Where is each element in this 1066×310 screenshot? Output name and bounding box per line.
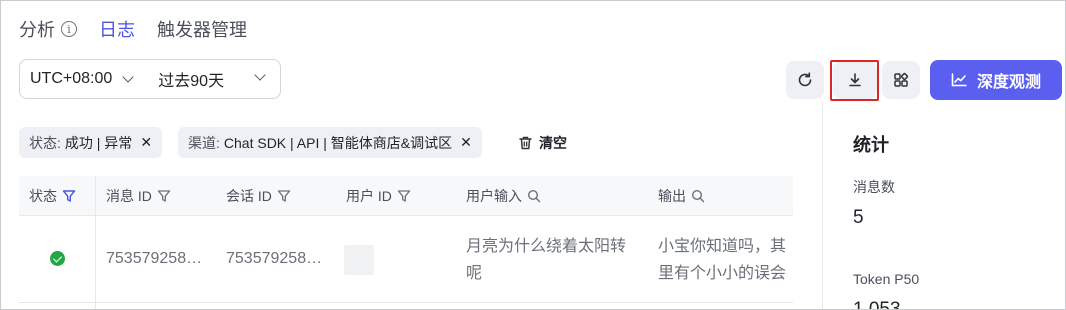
layout-button[interactable] <box>882 61 920 99</box>
search-icon[interactable] <box>527 189 541 203</box>
column-output[interactable]: 输出 <box>658 176 705 216</box>
chip-value: 成功 | 异常 <box>64 134 133 151</box>
tab-logs-label: 日志 <box>99 20 135 40</box>
grid-icon <box>894 72 909 87</box>
filter-icon[interactable] <box>277 189 291 203</box>
success-status-icon <box>50 251 65 266</box>
session-id-cell[interactable]: 753579258… <box>226 250 322 268</box>
output-line: 里有个小小的误会 <box>658 265 787 282</box>
info-icon[interactable]: i <box>61 21 77 37</box>
deep-observe-button[interactable]: 深度观测 <box>930 60 1062 100</box>
close-icon[interactable]: ✕ <box>140 134 152 151</box>
user-input-line: 月亮为什么绕着太阳转 <box>466 238 627 255</box>
message-id-cell[interactable]: 753579258… <box>106 250 202 268</box>
column-message-id[interactable]: 消息 ID <box>106 176 171 216</box>
user-input-line: 呢 <box>466 265 483 282</box>
column-user-id[interactable]: 用户 ID <box>346 176 411 216</box>
chevron-down-icon <box>254 69 266 81</box>
filter-icon[interactable] <box>157 189 171 203</box>
stat-value-token-p50: 1,053 <box>853 299 901 310</box>
tab-analysis[interactable]: 分析 i <box>19 16 77 42</box>
page-frame: 分析 i 日志 触发器管理 UTC+08:00 过去90天 深度观测 状态: 成… <box>0 0 1066 310</box>
close-icon[interactable]: ✕ <box>460 134 472 151</box>
output-cell[interactable]: 小宝你知道吗，其 里有个小小的误会 <box>658 233 793 287</box>
column-status-label: 状态 <box>29 188 57 204</box>
deep-observe-label: 深度观测 <box>976 74 1041 91</box>
user-input-cell[interactable]: 月亮为什么绕着太阳转 呢 <box>466 233 626 287</box>
stat-label-token-p50: Token P50 <box>853 271 920 287</box>
clear-label: 清空 <box>539 134 567 151</box>
filter-icon[interactable] <box>62 189 76 203</box>
chip-key: 状态: <box>29 134 61 151</box>
time-range-select[interactable]: 过去90天 <box>158 67 266 91</box>
refresh-button[interactable] <box>786 61 824 99</box>
download-icon <box>849 73 861 87</box>
clear-filters-button[interactable]: 清空 <box>519 127 567 158</box>
timezone-select[interactable]: UTC+08:00 <box>30 70 158 88</box>
tab-trigger-label: 触发器管理 <box>157 20 247 40</box>
column-user-id-label: 用户 ID <box>346 188 392 204</box>
top-tabs: 分析 i 日志 触发器管理 <box>19 15 269 43</box>
refresh-icon <box>798 72 812 87</box>
column-session-id[interactable]: 会话 ID <box>226 176 291 216</box>
stat-label-messages: 消息数 <box>853 179 895 195</box>
search-icon[interactable] <box>691 189 705 203</box>
column-message-id-label: 消息 ID <box>106 188 152 204</box>
filter-chip-channel: 渠道: Chat SDK | API | 智能体商店&调试区 ✕ <box>178 127 482 158</box>
chip-key: 渠道: <box>188 134 220 151</box>
column-output-label: 输出 <box>658 188 686 204</box>
statistics-title: 统计 <box>853 135 889 155</box>
output-line: 小宝你知道吗，其 <box>658 238 787 255</box>
chevron-down-icon <box>122 71 134 83</box>
filter-chip-status: 状态: 成功 | 异常 ✕ <box>19 127 163 158</box>
filter-icon[interactable] <box>397 189 411 203</box>
chip-value: Chat SDK | API | 智能体商店&调试区 <box>223 134 453 151</box>
timezone-value: UTC+08:00 <box>30 70 113 87</box>
time-range-value: 过去90天 <box>158 73 225 90</box>
column-user-input[interactable]: 用户输入 <box>466 176 541 216</box>
column-status[interactable]: 状态 <box>29 176 76 216</box>
tab-logs[interactable]: 日志 <box>99 16 135 42</box>
user-id-cell <box>344 245 374 275</box>
column-user-input-label: 用户输入 <box>466 188 522 204</box>
statistics-panel: 统计 消息数 5 Token P50 1,053 <box>822 101 1065 310</box>
trash-icon <box>519 136 532 149</box>
tab-trigger-management[interactable]: 触发器管理 <box>157 16 247 42</box>
column-session-id-label: 会话 ID <box>226 188 272 204</box>
tab-analysis-label: 分析 <box>19 20 55 40</box>
stat-value-messages: 5 <box>853 207 864 228</box>
download-button[interactable] <box>833 61 877 99</box>
line-chart-icon <box>951 73 967 87</box>
logs-table: 状态 消息 ID 会话 ID 用户 ID 用户输入 输出 753579258… … <box>19 176 793 309</box>
time-filter-select: UTC+08:00 过去90天 <box>19 59 281 99</box>
